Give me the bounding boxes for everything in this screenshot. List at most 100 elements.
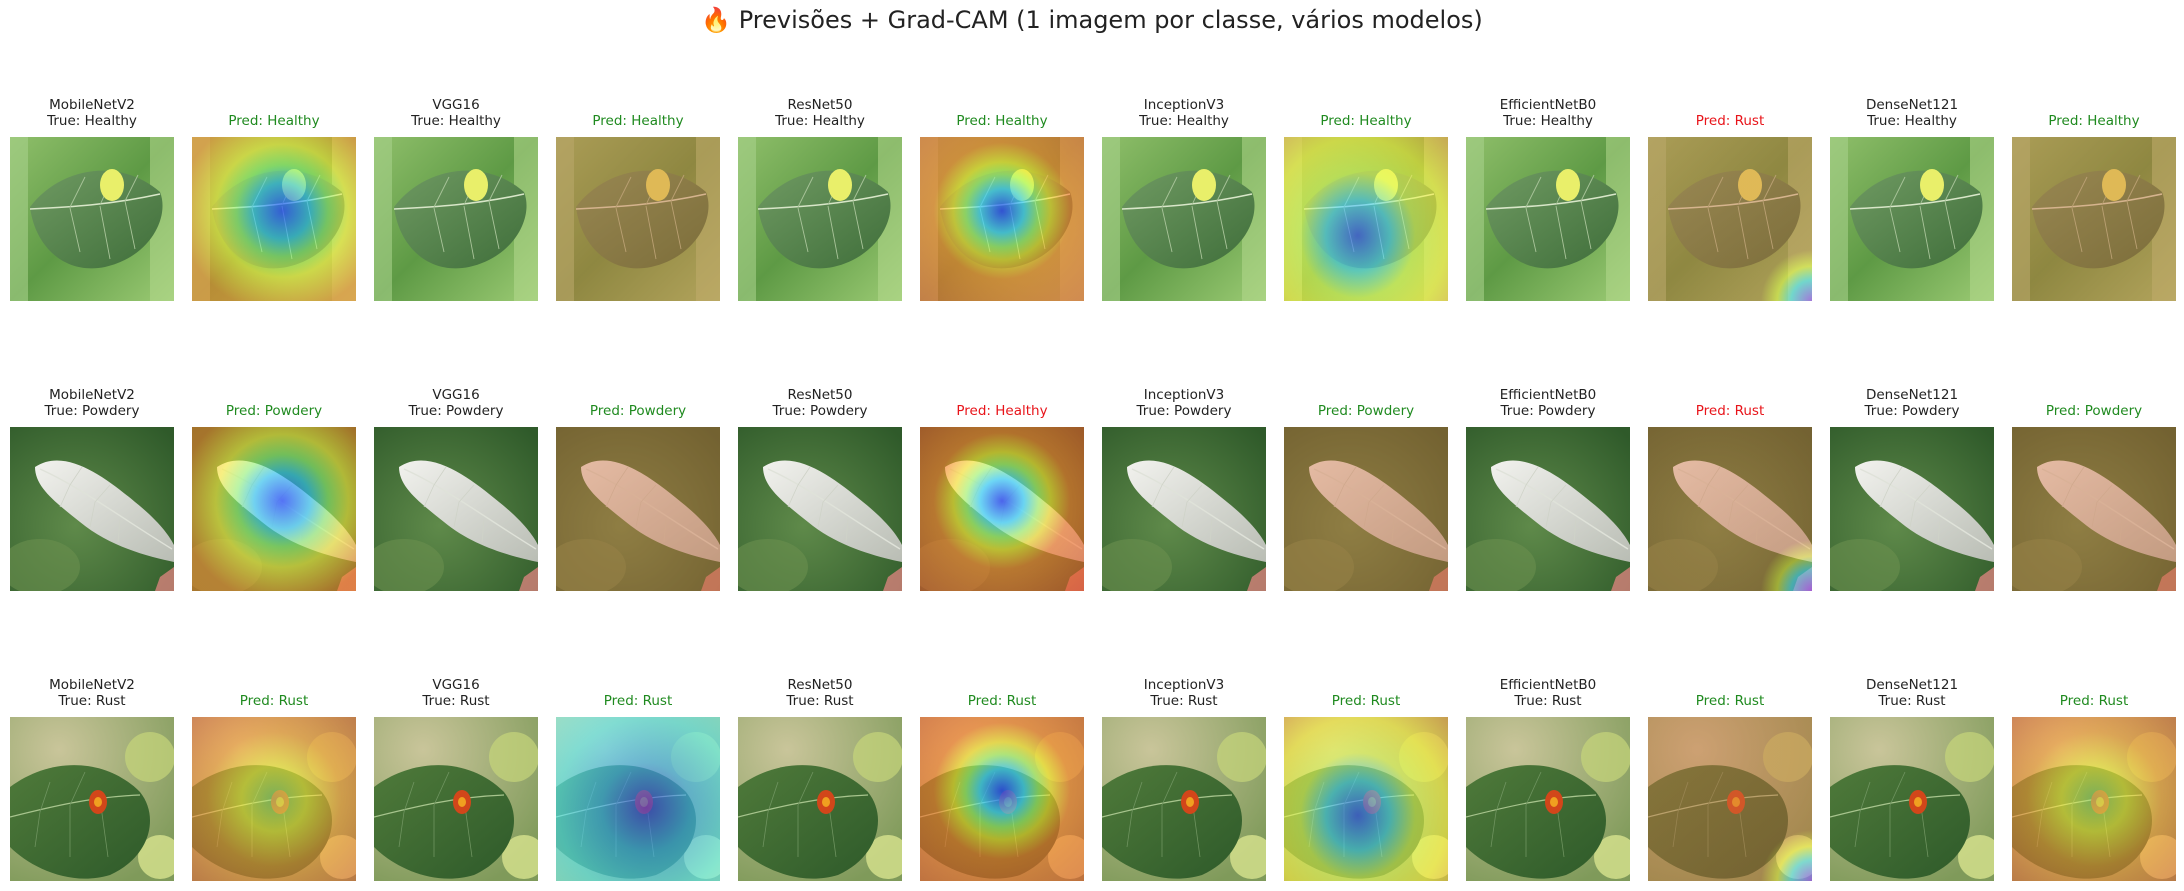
figure-title: 🔥 Previsões + Grad-CAM (1 imagem por cla…: [701, 6, 1483, 34]
gradcam-image: [920, 137, 1084, 301]
panel-title: ResNet50 True: Powdery: [718, 387, 922, 419]
original-image-panel: MobileNetV2 True: Powdery: [10, 387, 174, 591]
model-name: ResNet50: [787, 387, 853, 403]
gradcam-panel: Pred: Rust: [2012, 693, 2176, 881]
original-image-panel: MobileNetV2 True: Rust: [10, 677, 174, 881]
true-label: True: Powdery: [772, 403, 868, 419]
panel-title: MobileNetV2 True: Healthy: [0, 97, 194, 129]
gradcam-image: [2012, 137, 2176, 301]
true-label: True: Rust: [1514, 693, 1582, 709]
true-label: True: Powdery: [1864, 403, 1960, 419]
gradcam-panel: Pred: Healthy: [2012, 113, 2176, 301]
model-name: MobileNetV2: [49, 387, 135, 403]
pred-label: Pred: Rust: [603, 693, 673, 709]
panel-title: InceptionV3 True: Healthy: [1082, 97, 1286, 129]
true-label: True: Healthy: [1867, 113, 1957, 129]
leaf-image: [1102, 427, 1266, 591]
leaf-image: [738, 137, 902, 301]
original-image-panel: ResNet50 True: Powdery: [738, 387, 902, 591]
pred-label: Pred: Powdery: [225, 403, 323, 419]
original-image-panel: VGG16 True: Powdery: [374, 387, 538, 591]
panel-title: ResNet50 True: Healthy: [718, 97, 922, 129]
leaf-image: [1102, 137, 1266, 301]
gradcam-panel: Pred: Healthy: [192, 113, 356, 301]
gradcam-image: [556, 427, 720, 591]
true-label: True: Rust: [1150, 693, 1218, 709]
gradcam-image: [192, 427, 356, 591]
model-name: VGG16: [432, 387, 480, 403]
gradcam-panel: Pred: Powdery: [2012, 403, 2176, 591]
true-label: True: Healthy: [1503, 113, 1593, 129]
model-name: EfficientNetB0: [1499, 387, 1597, 403]
gradcam-image: [1648, 427, 1812, 591]
original-image-panel: VGG16 True: Rust: [374, 677, 538, 881]
original-image-panel: InceptionV3 True: Powdery: [1102, 387, 1266, 591]
true-label: True: Healthy: [47, 113, 137, 129]
gradcam-panel: Pred: Rust: [1648, 403, 1812, 591]
panel-title: InceptionV3 True: Powdery: [1082, 387, 1286, 419]
leaf-image: [10, 427, 174, 591]
panel-title: VGG16 True: Powdery: [354, 387, 558, 419]
original-image-panel: InceptionV3 True: Rust: [1102, 677, 1266, 881]
model-name: EfficientNetB0: [1499, 97, 1597, 113]
pred-label: Pred: Healthy: [592, 113, 684, 129]
original-image-panel: ResNet50 True: Rust: [738, 677, 902, 881]
panel-title: MobileNetV2 True: Powdery: [0, 387, 194, 419]
true-label: True: Healthy: [411, 113, 501, 129]
true-label: True: Powdery: [44, 403, 140, 419]
gradcam-image: [1284, 717, 1448, 881]
leaf-image: [1830, 717, 1994, 881]
model-name: ResNet50: [787, 97, 853, 113]
pred-label: Pred: Rust: [239, 693, 309, 709]
gradcam-image: [556, 137, 720, 301]
true-label: True: Healthy: [1139, 113, 1229, 129]
leaf-image: [10, 137, 174, 301]
true-label: True: Powdery: [1500, 403, 1596, 419]
gradcam-panel: Pred: Healthy: [920, 113, 1084, 301]
leaf-image: [1830, 427, 1994, 591]
gradcam-panel: Pred: Powdery: [1284, 403, 1448, 591]
panel-title: InceptionV3 True: Rust: [1082, 677, 1286, 709]
pred-label: Pred: Rust: [1695, 113, 1765, 129]
pred-label: Pred: Rust: [1331, 693, 1401, 709]
gradcam-image: [2012, 717, 2176, 881]
pred-label: Pred: Rust: [2059, 693, 2129, 709]
leaf-image: [738, 717, 902, 881]
pred-label: Pred: Powdery: [1317, 403, 1415, 419]
panel-title: VGG16 True: Healthy: [354, 97, 558, 129]
gradcam-panel: Pred: Rust: [192, 693, 356, 881]
model-name: MobileNetV2: [49, 677, 135, 693]
panel-title: ResNet50 True: Rust: [718, 677, 922, 709]
true-label: True: Healthy: [775, 113, 865, 129]
true-label: True: Powdery: [408, 403, 504, 419]
gradcam-image: [1648, 137, 1812, 301]
gradcam-panel: Pred: Healthy: [1284, 113, 1448, 301]
leaf-image: [1102, 717, 1266, 881]
pred-label: Pred: Healthy: [1320, 113, 1412, 129]
model-name: InceptionV3: [1143, 97, 1225, 113]
leaf-image: [1466, 717, 1630, 881]
gradcam-image: [1284, 137, 1448, 301]
leaf-image: [1466, 137, 1630, 301]
model-name: MobileNetV2: [49, 97, 135, 113]
gradcam-image: [2012, 427, 2176, 591]
model-name: VGG16: [432, 677, 480, 693]
original-image-panel: MobileNetV2 True: Healthy: [10, 97, 174, 301]
leaf-image: [374, 137, 538, 301]
leaf-image: [1830, 137, 1994, 301]
gradcam-image: [920, 427, 1084, 591]
gradcam-panel: Pred: Powdery: [556, 403, 720, 591]
gradcam-panel: Pred: Rust: [920, 693, 1084, 881]
model-name: InceptionV3: [1143, 387, 1225, 403]
model-name: ResNet50: [787, 677, 853, 693]
original-image-panel: InceptionV3 True: Healthy: [1102, 97, 1266, 301]
panel-title: EfficientNetB0 True: Powdery: [1446, 387, 1650, 419]
leaf-image: [1466, 427, 1630, 591]
pred-label: Pred: Powdery: [589, 403, 687, 419]
gradcam-image: [920, 717, 1084, 881]
gradcam-panel: Pred: Rust: [556, 693, 720, 881]
true-label: True: Rust: [1878, 693, 1946, 709]
original-image-panel: DenseNet121 True: Rust: [1830, 677, 1994, 881]
original-image-panel: DenseNet121 True: Powdery: [1830, 387, 1994, 591]
pred-label: Pred: Healthy: [956, 113, 1048, 129]
